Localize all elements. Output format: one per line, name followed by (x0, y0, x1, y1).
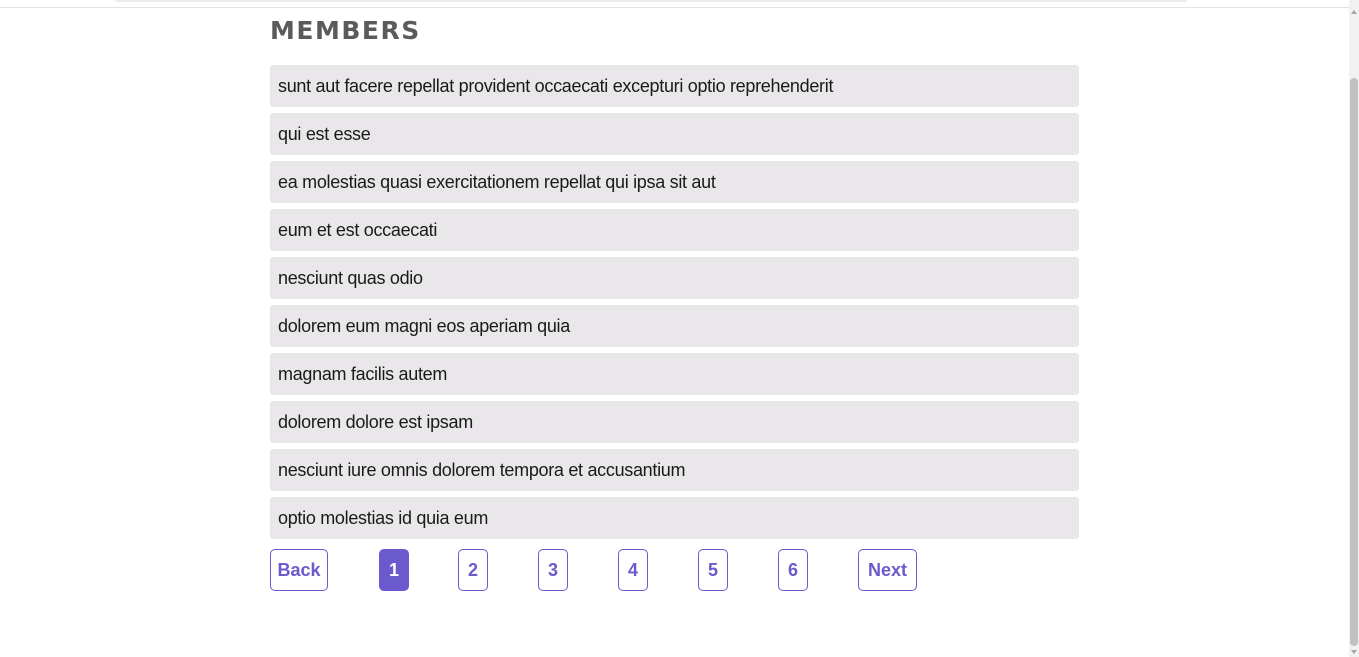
list-item[interactable]: nesciunt quas odio (270, 257, 1079, 299)
members-page: MEMBERS sunt aut facere repellat provide… (270, 15, 1079, 545)
page-5-button[interactable]: 5 (698, 549, 728, 591)
list-item[interactable]: dolorem eum magni eos aperiam quia (270, 305, 1079, 347)
next-button[interactable]: Next (858, 549, 917, 591)
list-item[interactable]: optio molestias id quia eum (270, 497, 1079, 539)
scroll-down-arrow-icon[interactable] (1351, 650, 1357, 654)
vertical-scrollbar[interactable] (1349, 0, 1359, 657)
page-6-button[interactable]: 6 (778, 549, 808, 591)
list-item[interactable]: nesciunt iure omnis dolorem tempora et a… (270, 449, 1079, 491)
scroll-thumb[interactable] (1350, 78, 1358, 646)
page-4-button[interactable]: 4 (618, 549, 648, 591)
page-title: MEMBERS (270, 16, 421, 45)
scroll-up-arrow-icon[interactable] (1351, 10, 1357, 14)
page-1-button[interactable]: 1 (379, 549, 409, 591)
members-list: sunt aut facere repellat provident occae… (270, 65, 1079, 539)
list-item[interactable]: sunt aut facere repellat provident occae… (270, 65, 1079, 107)
list-item[interactable]: qui est esse (270, 113, 1079, 155)
page-3-button[interactable]: 3 (538, 549, 568, 591)
list-item[interactable]: magnam facilis autem (270, 353, 1079, 395)
back-button[interactable]: Back (270, 549, 328, 591)
list-item[interactable]: dolorem dolore est ipsam (270, 401, 1079, 443)
browser-top-edge (0, 0, 1349, 8)
page-2-button[interactable]: 2 (458, 549, 488, 591)
top-shadow (115, 0, 1187, 2)
list-item[interactable]: eum et est occaecati (270, 209, 1079, 251)
list-item[interactable]: ea molestias quasi exercitationem repell… (270, 161, 1079, 203)
